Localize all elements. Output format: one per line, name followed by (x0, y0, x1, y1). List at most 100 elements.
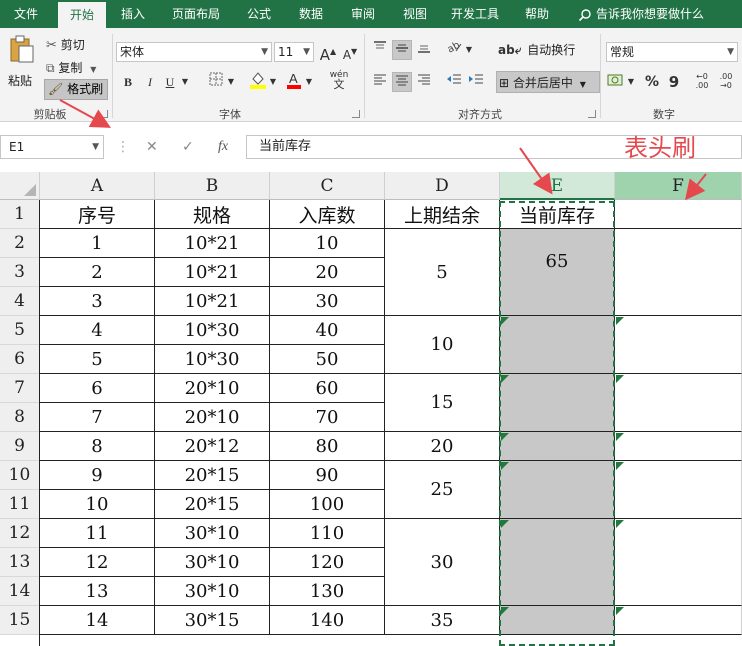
tab-formulas[interactable]: 公式 (236, 0, 282, 28)
cell-a12[interactable]: 11 (40, 519, 155, 548)
align-left-icon[interactable] (370, 72, 390, 92)
tab-help[interactable]: 帮助 (514, 0, 560, 28)
cell-c12[interactable]: 110 (270, 519, 385, 548)
cell-e-merged-1[interactable]: 65 (500, 229, 615, 316)
cell-f-merged-2[interactable] (615, 316, 742, 374)
fill-color-icon[interactable] (248, 70, 268, 90)
row-header-10[interactable]: 10 (0, 461, 40, 490)
cell-b5[interactable]: 10*30 (155, 316, 270, 345)
cell-a10[interactable]: 9 (40, 461, 155, 490)
cell-f-merged-4[interactable] (615, 432, 742, 461)
italic-button[interactable]: I (140, 72, 160, 92)
cell-b13[interactable]: 30*10 (155, 548, 270, 577)
cell-d-merged-6[interactable]: 30 (385, 519, 500, 606)
enter-icon[interactable]: ✓ (182, 139, 194, 155)
cell-c5[interactable]: 40 (270, 316, 385, 345)
cell-c11[interactable]: 100 (270, 490, 385, 519)
cell-f1[interactable] (615, 200, 742, 229)
row-header-3[interactable]: 3 (0, 258, 40, 287)
cut-button[interactable]: ✂ 剪切 (46, 36, 85, 53)
tab-data[interactable]: 数据 (288, 0, 334, 28)
cell-b14[interactable]: 30*10 (155, 577, 270, 606)
increase-decimal-icon[interactable]: ←0.00 (692, 72, 712, 92)
row-header-6[interactable]: 6 (0, 345, 40, 374)
column-header-f[interactable]: F (615, 172, 742, 200)
accounting-format-icon[interactable] (606, 72, 626, 92)
cell-a6[interactable]: 5 (40, 345, 155, 374)
header-cell-a[interactable]: 序号 (40, 200, 155, 229)
cell-b10[interactable]: 20*15 (155, 461, 270, 490)
font-color-icon[interactable]: A (284, 70, 304, 90)
row-header-9[interactable]: 9 (0, 432, 40, 461)
header-cell-c[interactable]: 入库数 (270, 200, 385, 229)
cell-a8[interactable]: 7 (40, 403, 155, 432)
align-right-icon[interactable] (414, 72, 434, 92)
number-format-dropdown[interactable]: 常规 ▼ (606, 42, 738, 62)
row-header-13[interactable]: 13 (0, 548, 40, 577)
increase-indent-icon[interactable] (466, 72, 486, 92)
cell-b9[interactable]: 20*12 (155, 432, 270, 461)
tab-view[interactable]: 视图 (392, 0, 438, 28)
font-launcher-icon[interactable] (352, 110, 360, 118)
cell-c4[interactable]: 30 (270, 287, 385, 316)
tab-review[interactable]: 审阅 (340, 0, 386, 28)
cell-e-merged-5[interactable] (500, 461, 615, 519)
cell-f-merged-3[interactable] (615, 374, 742, 432)
cell-c3[interactable]: 20 (270, 258, 385, 287)
row-header-1[interactable]: 1 (0, 200, 40, 229)
comma-style-button[interactable]: 9 (664, 72, 684, 92)
cell-a4[interactable]: 3 (40, 287, 155, 316)
header-cell-e[interactable]: 当前库存 (500, 200, 615, 229)
tab-file[interactable]: 文件 (0, 0, 52, 28)
format-painter-button[interactable]: 🖌 格式刷 (44, 79, 108, 100)
copy-button[interactable]: ⧉ 复制 ▼ (46, 59, 96, 76)
cell-f-merged-7[interactable] (615, 606, 742, 635)
cell-b11[interactable]: 20*15 (155, 490, 270, 519)
decrease-decimal-icon[interactable]: .00 →0 (716, 72, 736, 92)
column-header-e[interactable]: E (500, 172, 615, 200)
row-header-11[interactable]: 11 (0, 490, 40, 519)
cell-a7[interactable]: 6 (40, 374, 155, 403)
cell-f-merged-1[interactable] (615, 229, 742, 316)
cell-c6[interactable]: 50 (270, 345, 385, 374)
cell-d-merged-4[interactable]: 20 (385, 432, 500, 461)
align-bottom-icon[interactable] (414, 40, 434, 60)
cell-b7[interactable]: 20*10 (155, 374, 270, 403)
cell-e-merged-7[interactable] (500, 606, 615, 635)
align-middle-icon[interactable] (392, 40, 412, 60)
row-header-12[interactable]: 12 (0, 519, 40, 548)
row-header-7[interactable]: 7 (0, 374, 40, 403)
cell-b12[interactable]: 30*10 (155, 519, 270, 548)
insert-function-icon[interactable]: fx (218, 139, 228, 155)
cell-e-merged-4[interactable] (500, 432, 615, 461)
tab-developer[interactable]: 开发工具 (444, 0, 506, 28)
column-header-a[interactable]: A (40, 172, 155, 200)
select-all-button[interactable] (0, 172, 40, 200)
cell-a11[interactable]: 10 (40, 490, 155, 519)
cell-d-merged-3[interactable]: 15 (385, 374, 500, 432)
cell-b4[interactable]: 10*21 (155, 287, 270, 316)
row-header-14[interactable]: 14 (0, 577, 40, 606)
merge-center-button[interactable]: ⊞ 合并后居中 ▼ (496, 71, 600, 93)
cell-a15[interactable]: 14 (40, 606, 155, 635)
cell-b15[interactable]: 30*15 (155, 606, 270, 635)
borders-icon[interactable] (206, 72, 226, 92)
chevron-down-icon[interactable]: ▼ (226, 72, 236, 92)
column-header-c[interactable]: C (270, 172, 385, 200)
cell-e-merged-6[interactable] (500, 519, 615, 606)
grow-font-button[interactable]: A▲ (318, 42, 338, 64)
row-header-4[interactable]: 4 (0, 287, 40, 316)
cell-c2[interactable]: 10 (270, 229, 385, 258)
cell-b6[interactable]: 10*30 (155, 345, 270, 374)
chevron-down-icon[interactable]: ▼ (464, 40, 474, 60)
header-cell-d[interactable]: 上期结余 (385, 200, 500, 229)
tab-page-layout[interactable]: 页面布局 (162, 0, 230, 28)
font-name-dropdown[interactable]: 宋体 ▼ (116, 42, 272, 62)
cell-a5[interactable]: 4 (40, 316, 155, 345)
column-header-d[interactable]: D (385, 172, 500, 200)
cell-d-merged-2[interactable]: 10 (385, 316, 500, 374)
cell-d-merged-7[interactable]: 35 (385, 606, 500, 635)
cell-c10[interactable]: 90 (270, 461, 385, 490)
tab-home[interactable]: 开始 (58, 2, 106, 28)
cell-b8[interactable]: 20*10 (155, 403, 270, 432)
